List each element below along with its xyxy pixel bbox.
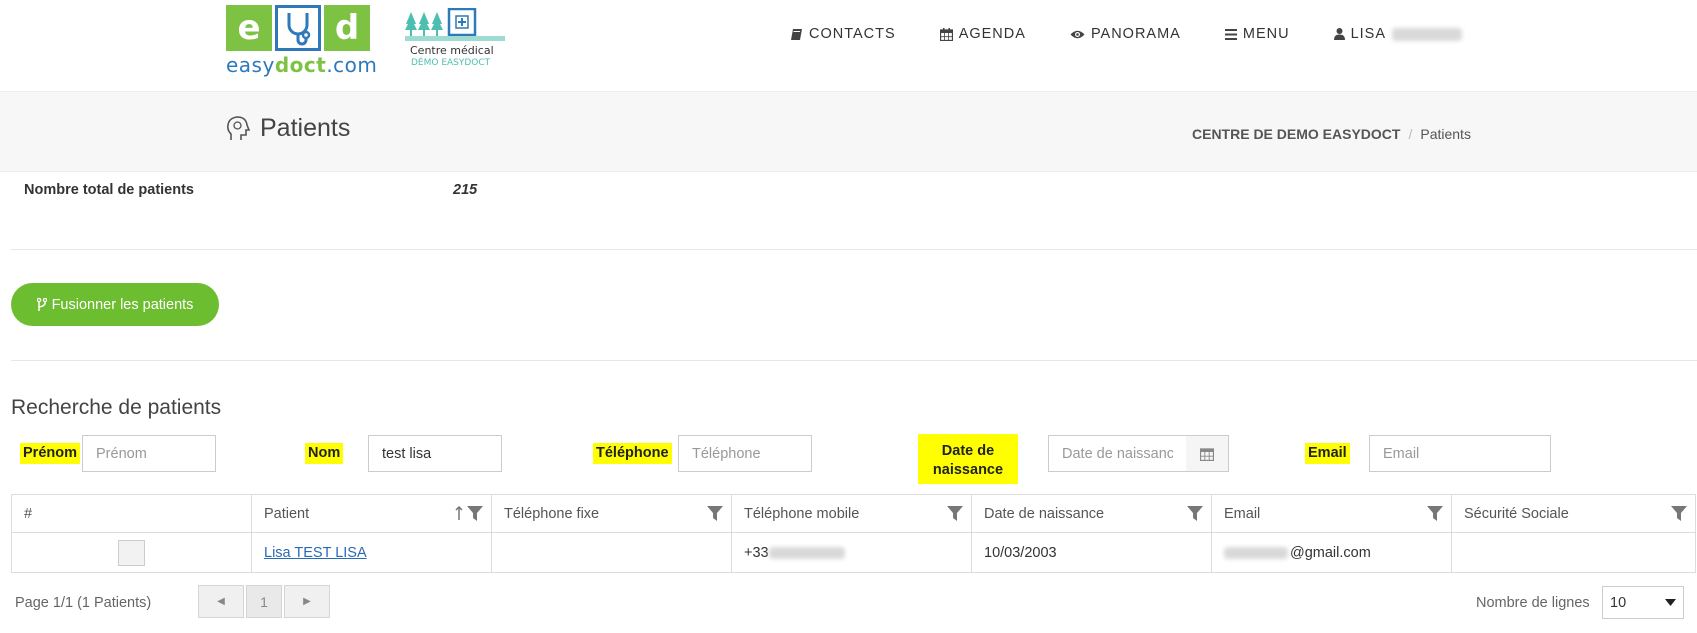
filter-icon[interactable] (1187, 506, 1203, 521)
breadcrumb-separator: / (1408, 126, 1413, 142)
merge-patients-button[interactable]: Fusionner les patients (11, 283, 219, 326)
sort-arrow-up-icon[interactable] (455, 506, 463, 521)
birthdate-picker-button[interactable] (1186, 435, 1229, 472)
row-select-cell (11, 532, 252, 573)
email-label: Email (1305, 443, 1350, 464)
column-header-patient[interactable]: Patient (251, 494, 492, 533)
search-section-title: Recherche de patients (11, 396, 222, 419)
phone-mobile-cell: +33 (731, 532, 972, 573)
email-input[interactable] (1369, 435, 1551, 472)
redacted-surname (1392, 27, 1462, 41)
rows-per-page-label: Nombre de lignes (1476, 595, 1590, 611)
patient-link[interactable]: Lisa TEST LISA (264, 545, 367, 561)
centre-subname: DÉMO EASYDOCT (411, 58, 491, 68)
table-row: Lisa TEST LISA +33 10/03/2003 @gmail.com (11, 532, 1696, 573)
birthdate-label-line1: Date de (941, 443, 995, 459)
redacted-email-user (1224, 546, 1288, 559)
total-patients-label: Nombre total de patients (24, 182, 194, 198)
page-number-button[interactable]: 1 (246, 585, 282, 618)
calendar-icon (939, 27, 953, 41)
breadcrumb: CENTRE DE DEMO EASYDOCT / Patients (1192, 126, 1471, 142)
column-header-birthdate[interactable]: Date de naissance (971, 494, 1212, 533)
trees-building-icon (405, 7, 505, 41)
breadcrumb-current: Patients (1420, 126, 1471, 142)
birthdate-cell: 10/03/2003 (971, 532, 1212, 573)
firstname-input[interactable] (82, 435, 216, 472)
firstname-label: Prénom (20, 443, 80, 464)
code-fork-icon (36, 297, 47, 311)
table-header-row: # Patient Téléphone fixe Téléphone mobil… (11, 494, 1696, 533)
nav-contacts-label: CONTACTS (809, 26, 896, 42)
nav-contacts[interactable]: CONTACTS (790, 26, 896, 42)
breadcrumb-root[interactable]: CENTRE DE DEMO EASYDOCT (1192, 126, 1400, 142)
book-icon (791, 28, 802, 40)
lastname-label: Nom (305, 443, 344, 464)
nav-user-label: LISA (1350, 26, 1386, 42)
centre-name: Centre médical (410, 44, 494, 57)
patients-table: # Patient Téléphone fixe Téléphone mobil… (11, 494, 1696, 573)
caret-down-icon (1665, 599, 1676, 606)
chevron-left-icon: ◀ (217, 596, 225, 607)
nav-menu-label: MENU (1242, 26, 1290, 42)
redacted-phone (768, 546, 845, 559)
top-bar: e d easydoct.com Centre médical DÉMO EAS… (0, 0, 1697, 92)
filter-icon[interactable] (707, 506, 723, 521)
stethoscope-icon (275, 5, 321, 51)
filter-icon[interactable] (1671, 506, 1687, 521)
page-title-text: Patients (260, 114, 351, 142)
birthdate-label: Date de naissance (918, 434, 1018, 484)
calendar-icon (1200, 447, 1214, 461)
column-header-phone-mobile[interactable]: Téléphone mobile (731, 494, 972, 533)
birthdate-label-line2: naissance (932, 462, 1004, 478)
page-header: Patients CENTRE DE DEMO EASYDOCT / Patient… (0, 92, 1697, 172)
nav-panorama[interactable]: PANORAMA (1070, 26, 1181, 42)
nav-agenda-label: AGENDA (958, 26, 1026, 42)
email-cell: @gmail.com (1211, 532, 1452, 573)
social-security-cell (1451, 532, 1696, 573)
column-header-index: # (11, 494, 252, 533)
phone-fixed-cell (491, 532, 732, 573)
eye-icon (1070, 30, 1085, 38)
next-page-button[interactable]: ▶ (284, 585, 330, 618)
rows-per-page-value: 10 (1610, 594, 1627, 611)
filter-icon[interactable] (467, 506, 483, 521)
total-patients-value: 215 (453, 182, 478, 198)
column-header-social-security[interactable]: Sécurité Sociale (1451, 494, 1696, 533)
patient-cell: Lisa TEST LISA (251, 532, 492, 573)
bars-icon (1224, 28, 1237, 40)
patient-head-icon (227, 115, 250, 140)
phone-input[interactable] (678, 435, 812, 472)
easydoct-logo[interactable]: e d easydoct.com (226, 5, 378, 77)
nav-panorama-label: PANORAMA (1090, 26, 1181, 42)
divider (11, 360, 1697, 361)
column-header-phone-fixed[interactable]: Téléphone fixe (491, 494, 732, 533)
logo-wordmark: easydoct.com (226, 53, 378, 77)
divider (11, 249, 1697, 250)
logo-letter-e: e (226, 5, 272, 51)
chevron-right-icon: ▶ (303, 596, 311, 607)
row-checkbox[interactable] (118, 539, 145, 566)
main-nav: CONTACTS AGENDA PANORAMA MENU LISA (790, 26, 1506, 42)
pagination: ◀ 1 ▶ (198, 585, 330, 618)
rows-per-page-select[interactable]: 10 (1602, 586, 1684, 619)
nav-user[interactable]: LISA (1333, 26, 1462, 42)
filter-icon[interactable] (947, 506, 963, 521)
nav-menu[interactable]: MENU (1224, 26, 1290, 42)
pagination-info: Page 1/1 (1 Patients) (15, 595, 152, 611)
nav-agenda[interactable]: AGENDA (939, 26, 1026, 42)
merge-patients-label: Fusionner les patients (51, 296, 194, 313)
phone-label: Téléphone (593, 443, 672, 464)
prev-page-button[interactable]: ◀ (198, 585, 244, 618)
centre-medical-logo[interactable]: Centre médical DÉMO EASYDOCT (405, 7, 505, 70)
logo-letter-d: d (324, 5, 370, 51)
filter-icon[interactable] (1427, 506, 1443, 521)
user-icon (1333, 28, 1345, 40)
lastname-input[interactable] (368, 435, 502, 472)
birthdate-input[interactable] (1048, 435, 1187, 472)
page-title: Patients (226, 114, 350, 143)
column-header-email[interactable]: Email (1211, 494, 1452, 533)
